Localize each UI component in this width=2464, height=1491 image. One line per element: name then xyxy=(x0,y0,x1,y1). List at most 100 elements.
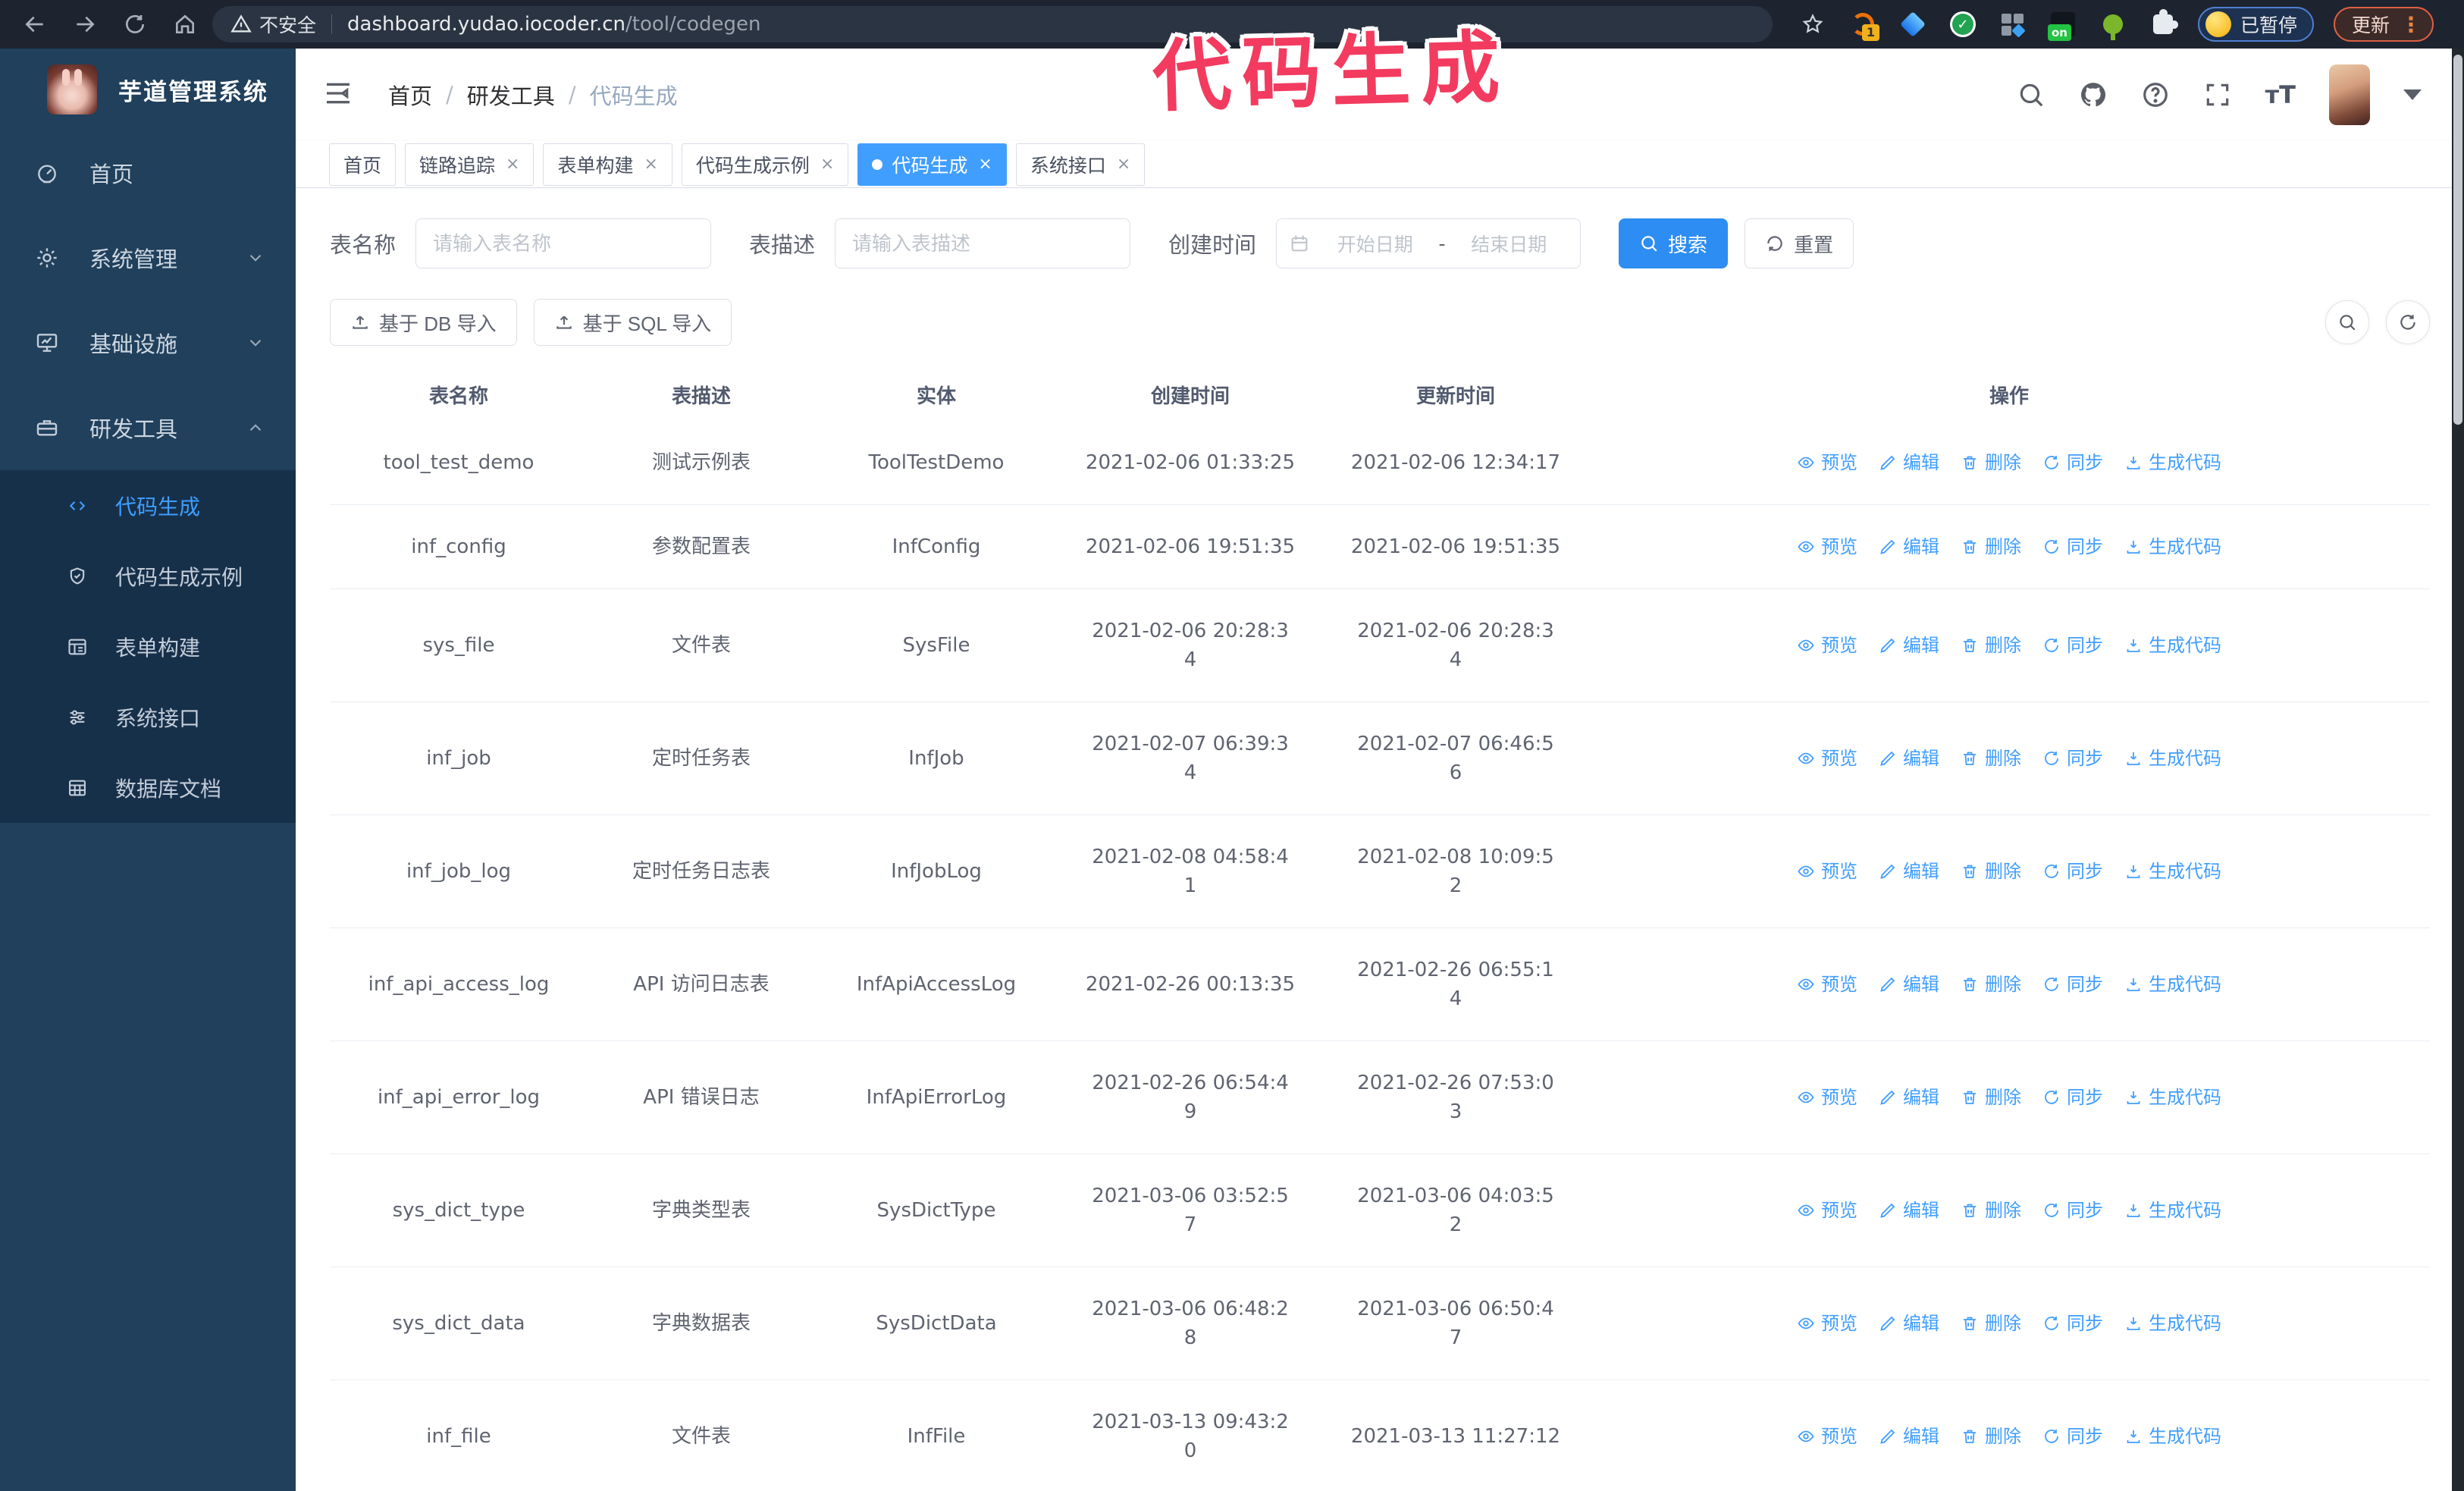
action-edit-link[interactable]: 编辑 xyxy=(1879,1196,1939,1225)
tab-close-icon[interactable]: × xyxy=(506,155,519,174)
extension-grid-icon[interactable] xyxy=(1998,9,2028,39)
breadcrumb-home[interactable]: 首页 xyxy=(388,79,432,111)
action-eye-link[interactable]: 预览 xyxy=(1797,1196,1857,1225)
sidebar-subitem-5[interactable]: 数据库文档 xyxy=(0,752,296,823)
action-delete-link[interactable]: 删除 xyxy=(1961,631,2021,660)
table-desc-input[interactable] xyxy=(835,218,1131,268)
tab-4[interactable]: 代码生成示例 × xyxy=(681,143,849,186)
tab-3[interactable]: 表单构建 × xyxy=(543,143,672,186)
page-scrollbar[interactable] xyxy=(2452,49,2464,1491)
action-edit-link[interactable]: 编辑 xyxy=(1879,448,1939,477)
extension-key-icon[interactable] xyxy=(2098,9,2128,40)
search-icon[interactable] xyxy=(2017,80,2045,109)
scrollbar-thumb[interactable] xyxy=(2453,55,2462,425)
toggle-search-button[interactable] xyxy=(2325,300,2369,344)
action-generate-code-link[interactable]: 生成代码 xyxy=(2124,1196,2221,1225)
action-eye-link[interactable]: 预览 xyxy=(1797,1422,1857,1451)
address-bar[interactable]: 不安全 dashboard.yudao.iocoder.cn/tool/code… xyxy=(212,6,1773,42)
sidebar-subitem-4[interactable]: 系统接口 xyxy=(0,682,296,752)
action-generate-code-link[interactable]: 生成代码 xyxy=(2124,1083,2221,1112)
action-eye-link[interactable]: 预览 xyxy=(1797,970,1857,999)
extensions-puzzle-icon[interactable] xyxy=(2148,9,2178,39)
action-eye-link[interactable]: 预览 xyxy=(1797,448,1857,477)
refresh-table-button[interactable] xyxy=(2386,300,2430,344)
tab-6[interactable]: 系统接口 × xyxy=(1015,143,1146,186)
import-db-button[interactable]: 基于 DB 导入 xyxy=(330,299,517,346)
sidebar-subitem-1[interactable]: 代码生成 xyxy=(0,470,296,541)
action-edit-link[interactable]: 编辑 xyxy=(1879,857,1939,886)
action-generate-code-link[interactable]: 生成代码 xyxy=(2124,970,2221,999)
action-delete-link[interactable]: 删除 xyxy=(1961,448,2021,477)
action-eye-link[interactable]: 预览 xyxy=(1797,532,1857,561)
action-delete-link[interactable]: 删除 xyxy=(1961,1309,2021,1338)
action-sync-link[interactable]: 同步 xyxy=(2042,532,2103,561)
tab-close-icon[interactable]: × xyxy=(644,155,657,174)
tab-close-icon[interactable]: × xyxy=(978,155,992,174)
browser-home-icon[interactable] xyxy=(170,9,200,39)
action-delete-link[interactable]: 删除 xyxy=(1961,1083,2021,1112)
help-icon[interactable] xyxy=(2141,80,2170,109)
browser-back-icon[interactable] xyxy=(20,9,50,39)
action-delete-link[interactable]: 删除 xyxy=(1961,857,2021,886)
action-edit-link[interactable]: 编辑 xyxy=(1879,631,1939,660)
action-delete-link[interactable]: 删除 xyxy=(1961,1422,2021,1451)
action-edit-link[interactable]: 编辑 xyxy=(1879,970,1939,999)
extension-gem-icon[interactable] xyxy=(1898,9,1928,39)
browser-menu-icon[interactable]: ⋮ xyxy=(2400,12,2422,37)
sidebar-toggle-icon[interactable] xyxy=(323,78,353,111)
action-generate-code-link[interactable]: 生成代码 xyxy=(2124,631,2221,660)
action-sync-link[interactable]: 同步 xyxy=(2042,744,2103,773)
font-size-icon[interactable]: тT xyxy=(2265,80,2296,109)
action-sync-link[interactable]: 同步 xyxy=(2042,1196,2103,1225)
sidebar-item-2[interactable]: 系统管理 xyxy=(0,215,296,300)
action-delete-link[interactable]: 删除 xyxy=(1961,1196,2021,1225)
tab-close-icon[interactable]: × xyxy=(820,155,834,174)
action-edit-link[interactable]: 编辑 xyxy=(1879,744,1939,773)
profile-paused-button[interactable]: 已暂停 xyxy=(2197,7,2314,42)
table-name-input[interactable] xyxy=(415,218,712,268)
action-sync-link[interactable]: 同步 xyxy=(2042,970,2103,999)
action-generate-code-link[interactable]: 生成代码 xyxy=(2124,1422,2221,1451)
action-eye-link[interactable]: 预览 xyxy=(1797,1083,1857,1112)
tab-2[interactable]: 链路追踪 × xyxy=(405,143,534,186)
action-sync-link[interactable]: 同步 xyxy=(2042,857,2103,886)
page-url[interactable]: dashboard.yudao.iocoder.cn/tool/codegen xyxy=(347,13,760,36)
github-icon[interactable] xyxy=(2079,80,2108,109)
extension-on-icon[interactable]: on xyxy=(2047,9,2078,41)
import-sql-button[interactable]: 基于 SQL 导入 xyxy=(533,299,732,346)
action-generate-code-link[interactable]: 生成代码 xyxy=(2124,744,2221,773)
reset-button[interactable]: 重置 xyxy=(1745,218,1854,268)
action-eye-link[interactable]: 预览 xyxy=(1797,744,1857,773)
app-logo-row[interactable]: 芋道管理系统 xyxy=(0,49,296,130)
tab-1[interactable]: 首页 xyxy=(329,143,397,186)
browser-update-button[interactable]: 更新 ⋮ xyxy=(2333,7,2434,42)
action-sync-link[interactable]: 同步 xyxy=(2042,631,2103,660)
bookmark-star-icon[interactable] xyxy=(1798,9,1828,39)
not-secure-warning[interactable]: 不安全 xyxy=(230,11,316,38)
action-sync-link[interactable]: 同步 xyxy=(2042,448,2103,477)
tab-close-icon[interactable]: × xyxy=(1117,155,1130,174)
user-avatar[interactable] xyxy=(2329,64,2370,125)
sidebar-item-1[interactable]: 首页 xyxy=(0,130,296,215)
action-delete-link[interactable]: 删除 xyxy=(1961,970,2021,999)
breadcrumb-tools[interactable]: 研发工具 xyxy=(467,79,555,111)
extension-check-icon[interactable]: ✓ xyxy=(1948,9,1978,39)
date-range-picker[interactable]: 开始日期 - 结束日期 xyxy=(1276,218,1582,268)
sidebar-subitem-3[interactable]: 表单构建 xyxy=(0,611,296,682)
action-delete-link[interactable]: 删除 xyxy=(1961,532,2021,561)
action-eye-link[interactable]: 预览 xyxy=(1797,857,1857,886)
action-eye-link[interactable]: 预览 xyxy=(1797,631,1857,660)
browser-forward-icon[interactable] xyxy=(70,9,100,39)
sidebar-item-4[interactable]: 研发工具 xyxy=(0,385,296,470)
action-edit-link[interactable]: 编辑 xyxy=(1879,532,1939,561)
action-eye-link[interactable]: 预览 xyxy=(1797,1309,1857,1338)
user-menu-caret-icon[interactable] xyxy=(2403,89,2422,100)
search-button[interactable]: 搜索 xyxy=(1619,218,1729,268)
fullscreen-icon[interactable] xyxy=(2203,80,2232,109)
action-generate-code-link[interactable]: 生成代码 xyxy=(2124,857,2221,886)
extension-orange-icon[interactable]: 1 xyxy=(1848,9,1879,41)
action-sync-link[interactable]: 同步 xyxy=(2042,1422,2103,1451)
action-edit-link[interactable]: 编辑 xyxy=(1879,1309,1939,1338)
action-generate-code-link[interactable]: 生成代码 xyxy=(2124,448,2221,477)
action-edit-link[interactable]: 编辑 xyxy=(1879,1422,1939,1451)
